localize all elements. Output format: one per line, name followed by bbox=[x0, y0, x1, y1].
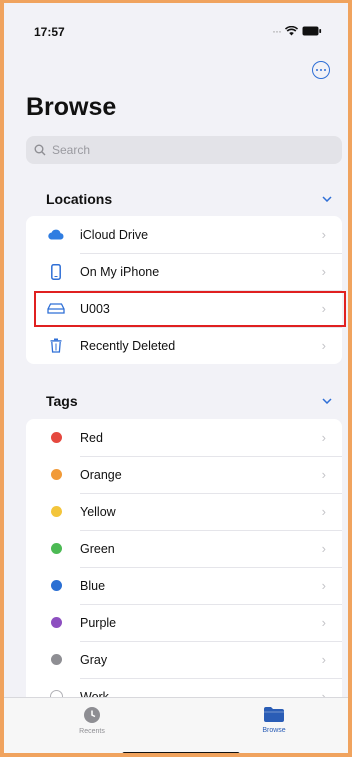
chevron-right-icon: › bbox=[321, 615, 326, 630]
location-label: Recently Deleted bbox=[80, 338, 176, 353]
location-label: On My iPhone bbox=[80, 264, 160, 279]
phone-icon bbox=[46, 263, 66, 280]
more-dot bbox=[320, 69, 322, 71]
location-on-my-iphone[interactable]: On My iPhone › bbox=[26, 253, 342, 290]
tag-color-dot-icon bbox=[46, 432, 66, 443]
chevron-right-icon: › bbox=[321, 430, 326, 445]
color-dot bbox=[50, 543, 62, 554]
folder-icon bbox=[264, 707, 284, 722]
location-label: U003 bbox=[80, 301, 110, 316]
tab-browse-label: Browse bbox=[262, 727, 286, 734]
more-dot bbox=[323, 69, 326, 71]
signal-dots: ··· bbox=[272, 24, 282, 38]
chevron-right-icon: › bbox=[321, 338, 326, 353]
tag-label: Blue bbox=[80, 578, 106, 593]
color-dot bbox=[50, 469, 62, 480]
color-dot bbox=[50, 580, 62, 591]
status-time: 17:57 bbox=[34, 25, 65, 39]
trash-icon bbox=[46, 338, 66, 353]
tag-color-dot-icon bbox=[46, 617, 66, 628]
cloud-icon bbox=[46, 229, 66, 240]
location-u003[interactable]: U003 › bbox=[26, 290, 342, 327]
chevron-down-icon bbox=[322, 398, 332, 404]
tag-label: Yellow bbox=[80, 504, 116, 519]
tag-label: Gray bbox=[80, 652, 108, 667]
tags-list: Red › Orange › Yellow › Green › Blue › Purple › Gray… bbox=[26, 419, 342, 715]
locations-header[interactable]: Locations bbox=[26, 187, 342, 211]
more-options-button[interactable] bbox=[312, 61, 330, 79]
tab-recents-label: Recents bbox=[79, 728, 105, 735]
wifi-icon bbox=[285, 26, 298, 36]
chevron-right-icon: › bbox=[321, 578, 326, 593]
location-label: iCloud Drive bbox=[80, 227, 149, 242]
chevron-right-icon: › bbox=[321, 467, 326, 482]
tab-browse[interactable]: Browse bbox=[234, 706, 314, 734]
drive-icon bbox=[46, 303, 66, 314]
battery-icon bbox=[302, 26, 322, 36]
tag-label: Green bbox=[80, 541, 115, 556]
phone-frame: 17:57 ··· Browse Locations bbox=[0, 0, 352, 757]
locations-list: iCloud Drive › On My iPhone › U003 › Rec… bbox=[26, 216, 342, 364]
status-icons: ··· bbox=[272, 24, 322, 38]
page-title: Browse bbox=[26, 93, 117, 121]
tags-label: Tags bbox=[46, 393, 78, 409]
chevron-right-icon: › bbox=[321, 504, 326, 519]
tag-color-dot-icon bbox=[46, 543, 66, 554]
locations-label: Locations bbox=[46, 191, 113, 207]
chevron-right-icon: › bbox=[321, 227, 326, 242]
chevron-right-icon: › bbox=[321, 541, 326, 556]
color-dot bbox=[50, 506, 62, 517]
tag-color-dot-icon bbox=[46, 469, 66, 480]
tag-color-dot-icon bbox=[46, 506, 66, 517]
tab-bar: Recents Browse bbox=[4, 697, 348, 753]
chevron-down-icon bbox=[322, 196, 332, 202]
tag-label: Purple bbox=[80, 615, 117, 630]
more-dot bbox=[316, 69, 319, 71]
tag-orange[interactable]: Orange › bbox=[26, 456, 342, 493]
status-bar: 17:57 ··· bbox=[4, 3, 348, 43]
tag-gray[interactable]: Gray › bbox=[26, 641, 342, 678]
tag-color-dot-icon bbox=[46, 654, 66, 665]
clock-icon bbox=[84, 707, 100, 723]
color-dot bbox=[50, 617, 62, 628]
tag-yellow[interactable]: Yellow › bbox=[26, 493, 342, 530]
home-indicator bbox=[122, 752, 240, 753]
color-dot bbox=[50, 654, 62, 665]
chevron-right-icon: › bbox=[321, 652, 326, 667]
search-input[interactable] bbox=[50, 142, 314, 158]
tag-label: Red bbox=[80, 430, 103, 445]
tag-purple[interactable]: Purple › bbox=[26, 604, 342, 641]
tag-blue[interactable]: Blue › bbox=[26, 567, 342, 604]
search-icon bbox=[34, 144, 46, 156]
tag-label: Orange bbox=[80, 467, 122, 482]
tag-color-dot-icon bbox=[46, 580, 66, 591]
tags-header[interactable]: Tags bbox=[26, 389, 342, 413]
tag-green[interactable]: Green › bbox=[26, 530, 342, 567]
search-bar[interactable] bbox=[26, 136, 342, 164]
location-icloud-drive[interactable]: iCloud Drive › bbox=[26, 216, 342, 253]
color-dot bbox=[50, 432, 62, 443]
chevron-right-icon: › bbox=[321, 301, 326, 316]
tag-red[interactable]: Red › bbox=[26, 419, 342, 456]
tab-recents[interactable]: Recents bbox=[52, 706, 132, 735]
chevron-right-icon: › bbox=[321, 264, 326, 279]
location-recently-deleted[interactable]: Recently Deleted › bbox=[26, 327, 342, 364]
